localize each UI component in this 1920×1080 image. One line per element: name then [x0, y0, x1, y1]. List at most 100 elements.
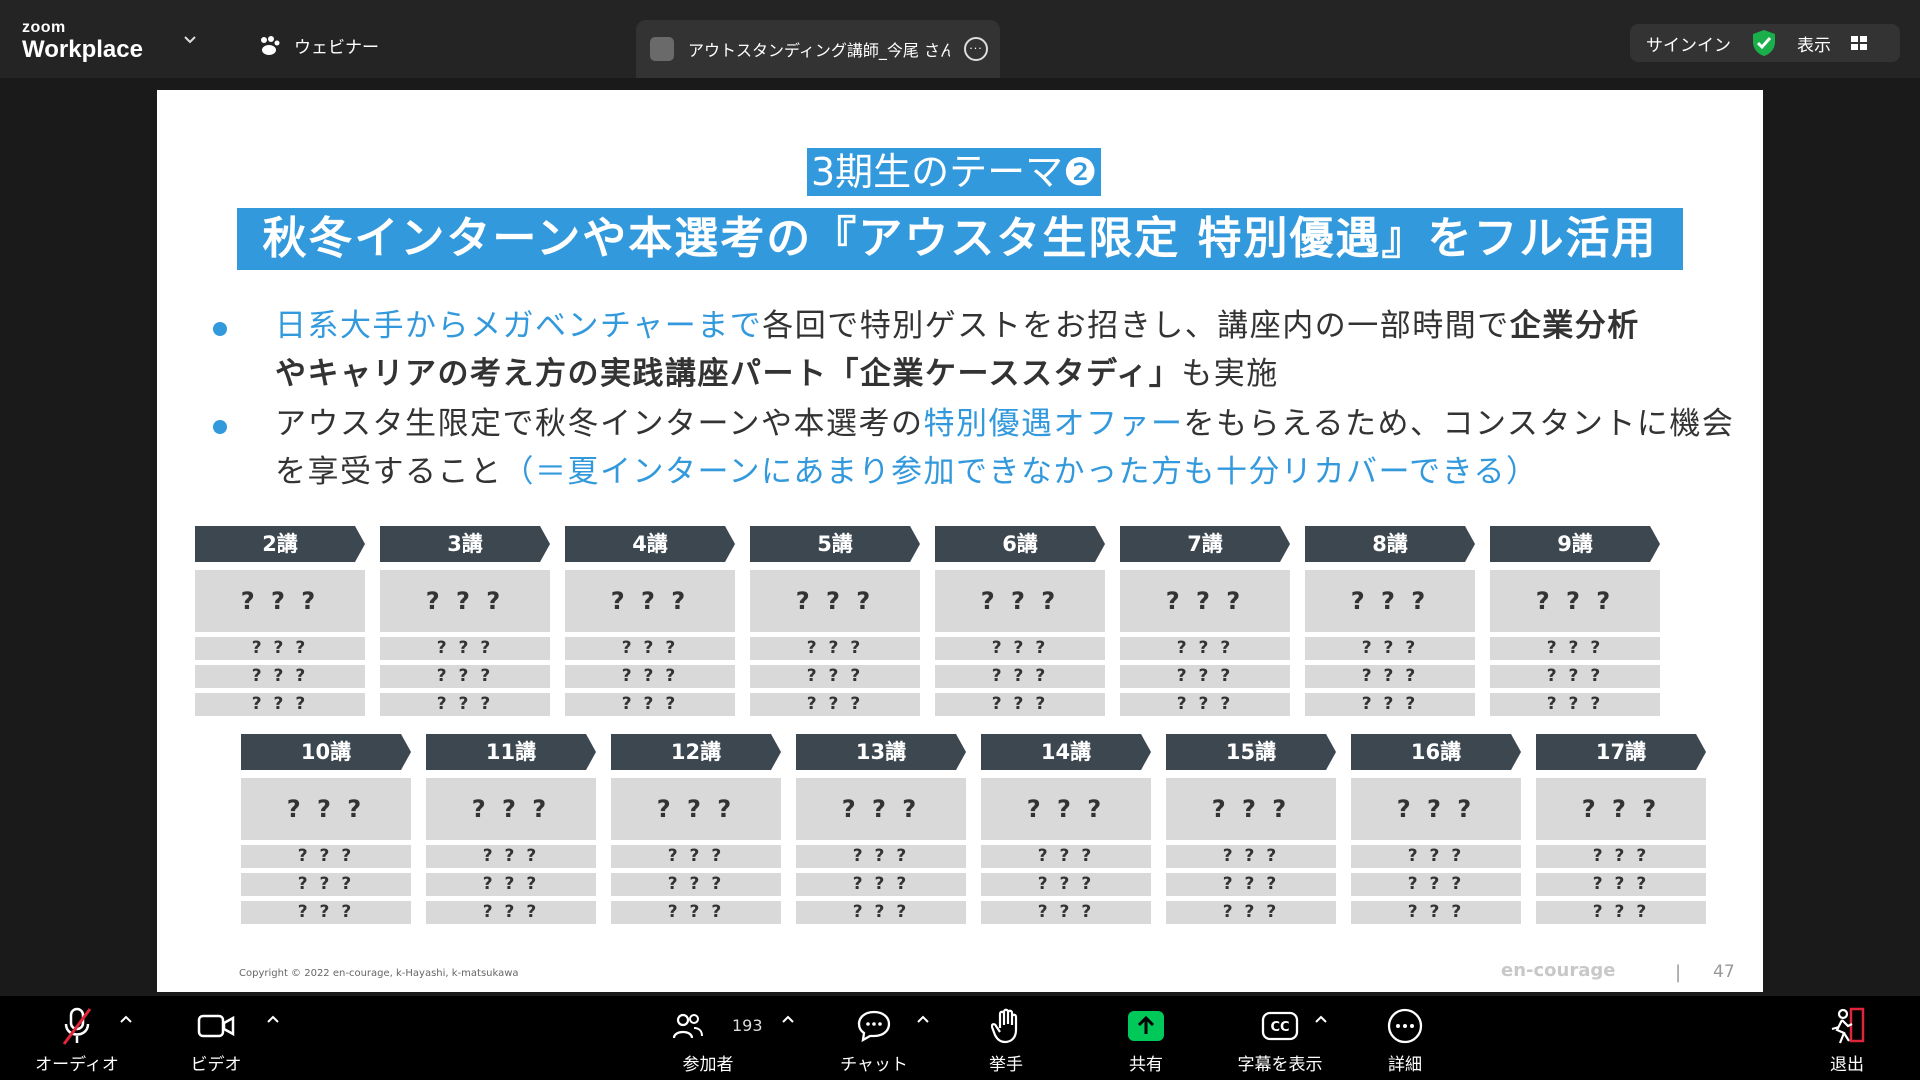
lesson-title: ? ? ?: [195, 570, 365, 632]
account-controls: サインイン 表示: [1630, 24, 1900, 62]
lesson-item: ? ? ?: [1490, 693, 1660, 716]
grid-icon[interactable]: [1851, 36, 1867, 50]
cc-icon: CC: [1261, 1011, 1299, 1041]
lesson-label: 13講: [855, 740, 907, 764]
lesson-item: ? ? ?: [796, 845, 966, 868]
lesson-title: ? ? ?: [1536, 778, 1706, 840]
lesson-item: ? ? ?: [796, 901, 966, 924]
lesson-item: ? ? ?: [935, 637, 1105, 660]
lesson-item: ? ? ?: [750, 637, 920, 660]
lesson-title: ? ? ?: [241, 778, 411, 840]
lesson-card: 15講 ? ? ? ? ? ? ? ? ? ? ? ?: [1166, 734, 1336, 924]
lesson-label: 6講: [1002, 532, 1038, 556]
lesson-item: ? ? ?: [750, 665, 920, 688]
lesson-label: 16講: [1410, 740, 1462, 764]
brand-small: zoom: [22, 19, 66, 36]
lesson-label: 9講: [1557, 532, 1593, 556]
brand-large: Workplace: [22, 36, 143, 63]
lesson-item: ? ? ?: [1351, 901, 1521, 924]
lesson-item: ? ? ?: [1305, 665, 1475, 688]
lesson-title: ? ? ?: [611, 778, 781, 840]
leave-label: 退出: [1830, 1055, 1864, 1075]
meeting-tab[interactable]: アウトスタンディング講師_今尾 さんの ···: [636, 20, 1000, 78]
ellipsis-icon: [1387, 1008, 1423, 1044]
lesson-item: ? ? ?: [1351, 845, 1521, 868]
lesson-label: 2講: [262, 532, 298, 556]
lesson-item: ? ? ?: [426, 901, 596, 924]
title-bar: zoom Workplace ウェビナー アウトスタンディング講師_今尾 さんの…: [0, 0, 1920, 78]
chevron-up-icon[interactable]: [119, 1014, 133, 1024]
leave-icon: [1831, 1007, 1865, 1044]
lesson-title: ? ? ?: [1305, 570, 1475, 632]
lesson-item: ? ? ?: [195, 637, 365, 660]
lesson-item: ? ? ?: [611, 873, 781, 896]
lesson-item: ? ? ?: [565, 665, 735, 688]
lesson-card: 4講 ? ? ? ? ? ? ? ? ? ? ? ?: [565, 526, 735, 716]
page-separator: |: [1675, 962, 1682, 983]
captions-label: 字幕を表示: [1237, 1055, 1323, 1075]
lesson-title: ? ? ?: [1120, 570, 1290, 632]
lesson-item: ? ? ?: [380, 693, 550, 716]
chat-icon: [857, 1010, 891, 1043]
lesson-header: 9講: [1490, 526, 1660, 562]
lesson-card: 8講 ? ? ? ? ? ? ? ? ? ? ? ?: [1305, 526, 1475, 716]
webinar-menu[interactable]: ウェビナー: [258, 33, 379, 58]
chevron-down-icon[interactable]: [184, 34, 196, 46]
chevron-up-icon[interactable]: [266, 1014, 280, 1024]
participants-count: 193: [732, 1016, 763, 1035]
lesson-card: 9講 ? ? ? ? ? ? ? ? ? ? ? ?: [1490, 526, 1660, 716]
lesson-label: 10講: [300, 740, 352, 764]
meeting-toolbar: オーディオ ビデオ 参加者 193 チャット 挙手 共有 CC 字幕を表示 詳細…: [0, 996, 1920, 1080]
lesson-card: 5講 ? ? ? ? ? ? ? ? ? ? ? ?: [750, 526, 920, 716]
lesson-item: ? ? ?: [796, 873, 966, 896]
lesson-card: 11講 ? ? ? ? ? ? ? ? ? ? ? ?: [426, 734, 596, 924]
signin-button[interactable]: サインイン: [1646, 31, 1731, 56]
participants-label: 参加者: [682, 1055, 734, 1075]
lesson-header: 14講: [981, 734, 1151, 770]
lesson-header: 15講: [1166, 734, 1336, 770]
chevron-up-icon[interactable]: [781, 1014, 795, 1024]
lesson-item: ? ? ?: [1305, 693, 1475, 716]
lesson-title: ? ? ?: [935, 570, 1105, 632]
raise-hand-label: 挙手: [989, 1055, 1023, 1075]
lesson-item: ? ? ?: [935, 693, 1105, 716]
lesson-item: ? ? ?: [1536, 873, 1706, 896]
chat-button[interactable]: チャット: [840, 1004, 908, 1080]
lesson-card: 6講 ? ? ? ? ? ? ? ? ? ? ? ?: [935, 526, 1105, 716]
lesson-item: ? ? ?: [1305, 637, 1475, 660]
lesson-item: ? ? ?: [565, 637, 735, 660]
lesson-label: 15講: [1225, 740, 1277, 764]
lesson-card: 3講 ? ? ? ? ? ? ? ? ? ? ? ?: [380, 526, 550, 716]
more-button[interactable]: 詳細: [1384, 1004, 1426, 1080]
share-button[interactable]: 共有: [1124, 1004, 1168, 1080]
video-button[interactable]: ビデオ: [186, 1004, 246, 1080]
lesson-header: 8講: [1305, 526, 1475, 562]
leave-button[interactable]: 退出: [1826, 1004, 1868, 1080]
lesson-item: ? ? ?: [981, 901, 1151, 924]
lesson-item: ? ? ?: [565, 693, 735, 716]
webinar-label: ウェビナー: [294, 38, 379, 58]
copyright: Copyright © 2022 en-courage, k-Hayashi, …: [239, 968, 519, 979]
lesson-card: 2講 ? ? ? ? ? ? ? ? ? ? ? ?: [195, 526, 365, 716]
people-icon: [672, 1013, 703, 1039]
view-button[interactable]: 表示: [1797, 31, 1831, 56]
zoom-workplace-logo[interactable]: zoom Workplace: [22, 20, 143, 64]
chevron-up-icon[interactable]: [1314, 1014, 1328, 1024]
captions-button[interactable]: CC 字幕を表示: [1234, 1004, 1326, 1080]
lesson-item: ? ? ?: [241, 873, 411, 896]
more-icon[interactable]: ···: [964, 37, 988, 61]
camera-icon: [197, 1014, 235, 1038]
lesson-header: 11講: [426, 734, 596, 770]
chevron-up-icon[interactable]: [916, 1014, 930, 1024]
page-number: 47: [1713, 962, 1735, 982]
lesson-label: 7講: [1187, 532, 1223, 556]
lesson-title: ? ? ?: [1166, 778, 1336, 840]
lesson-item: ? ? ?: [1166, 901, 1336, 924]
lesson-item: ? ? ?: [981, 873, 1151, 896]
shield-check-icon[interactable]: [1751, 29, 1777, 57]
lesson-title: ? ? ?: [1490, 570, 1660, 632]
lesson-label: 5講: [817, 532, 853, 556]
lesson-header: 5講: [750, 526, 920, 562]
audio-button[interactable]: オーディオ: [35, 1004, 119, 1080]
raise-hand-button[interactable]: 挙手: [982, 1004, 1030, 1080]
